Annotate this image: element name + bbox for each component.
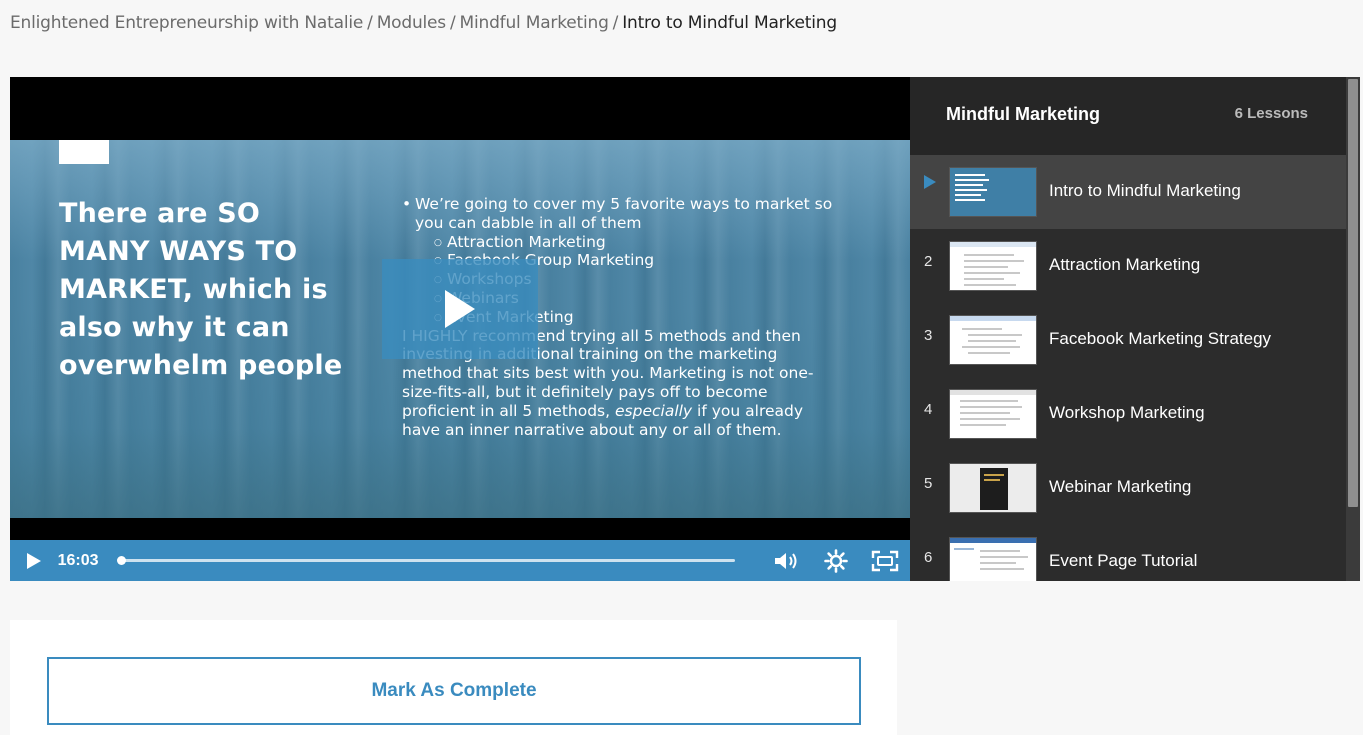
scrollbar-thumb[interactable]	[1348, 79, 1358, 507]
progress-bar[interactable]	[117, 556, 736, 565]
breadcrumb-current: Intro to Mindful Marketing	[622, 13, 837, 33]
slide-heading: There are SO MANY WAYS TO MARKET, which …	[59, 198, 343, 381]
breadcrumb-separator: /	[449, 13, 456, 33]
lesson-thumbnail	[949, 537, 1037, 581]
lesson-label: Event Page Tutorial	[1049, 551, 1198, 570]
breadcrumb-separator: /	[367, 13, 373, 33]
slide-sub-bullet: Attraction Marketing	[402, 233, 842, 253]
breadcrumb-separator: /	[612, 13, 619, 33]
breadcrumb-course-link[interactable]: Enlightened Entrepreneurship with Natali…	[10, 13, 363, 33]
lesson-number: 6	[924, 549, 933, 566]
gear-icon	[823, 548, 848, 573]
breadcrumb-modules-link[interactable]: Modules	[377, 13, 446, 33]
lesson-label: Webinar Marketing	[1049, 477, 1192, 496]
lesson-label: Intro to Mindful Marketing	[1049, 181, 1241, 200]
lesson-thumbnail	[949, 241, 1037, 291]
volume-icon	[775, 552, 797, 569]
mark-complete-button[interactable]: Mark As Complete	[47, 657, 861, 725]
big-play-button[interactable]	[382, 259, 538, 359]
lesson-number: 2	[924, 253, 933, 270]
lesson-label: Facebook Marketing Strategy	[1049, 329, 1272, 348]
lessons-sidebar: Mindful Marketing 6 Lessons Intro to Min…	[910, 77, 1360, 581]
breadcrumb: Enlightened Entrepreneurship with Natali…	[10, 13, 837, 33]
video-player[interactable]: There are SO MANY WAYS TO MARKET, which …	[10, 77, 910, 581]
play-icon	[445, 290, 475, 328]
lesson-item-webinar[interactable]: 5 Webinar Marketing	[910, 451, 1346, 525]
lesson-label: Workshop Marketing	[1049, 403, 1205, 422]
play-icon	[26, 552, 41, 569]
lesson-number: 4	[924, 401, 933, 418]
lesson-actions-card: Mark As Complete	[10, 620, 897, 735]
lesson-label: Attraction Marketing	[1049, 255, 1201, 274]
lesson-player-area: There are SO MANY WAYS TO MARKET, which …	[10, 77, 1360, 581]
settings-button[interactable]	[811, 540, 861, 581]
lesson-count: 6 Lessons	[1234, 105, 1308, 122]
play-button[interactable]	[10, 540, 58, 581]
lesson-item-event-page[interactable]: 6 Event Page Tutorial	[910, 525, 1346, 581]
breadcrumb-module-link[interactable]: Mindful Marketing	[460, 13, 609, 33]
lesson-number: 5	[924, 475, 933, 492]
now-playing-icon	[924, 175, 936, 189]
video-time: 16:03	[57, 551, 99, 569]
sidebar-header: Mindful Marketing 6 Lessons	[910, 77, 1346, 155]
lesson-item-intro[interactable]: Intro to Mindful Marketing	[910, 155, 1346, 229]
lesson-thumbnail	[949, 167, 1037, 217]
lesson-item-workshop[interactable]: 4 Workshop Marketing	[910, 377, 1346, 451]
module-title: Mindful Marketing	[946, 104, 1100, 124]
slide-decoration	[59, 140, 109, 164]
lesson-thumbnail	[949, 389, 1037, 439]
fullscreen-icon	[872, 550, 899, 571]
sidebar-scrollbar[interactable]	[1346, 77, 1360, 581]
video-controls: 16:03	[10, 540, 910, 581]
lesson-thumbnail	[949, 463, 1037, 513]
lesson-thumbnail	[949, 315, 1037, 365]
lesson-number: 3	[924, 327, 933, 344]
lesson-item-facebook[interactable]: 3 Facebook Marketing Strategy	[910, 303, 1346, 377]
volume-button[interactable]	[761, 540, 811, 581]
fullscreen-button[interactable]	[860, 540, 910, 581]
progress-handle[interactable]	[117, 556, 126, 565]
lesson-item-attraction[interactable]: 2 Attraction Marketing	[910, 229, 1346, 303]
slide-bullet-main: We’re going to cover my 5 favorite ways …	[402, 195, 842, 233]
